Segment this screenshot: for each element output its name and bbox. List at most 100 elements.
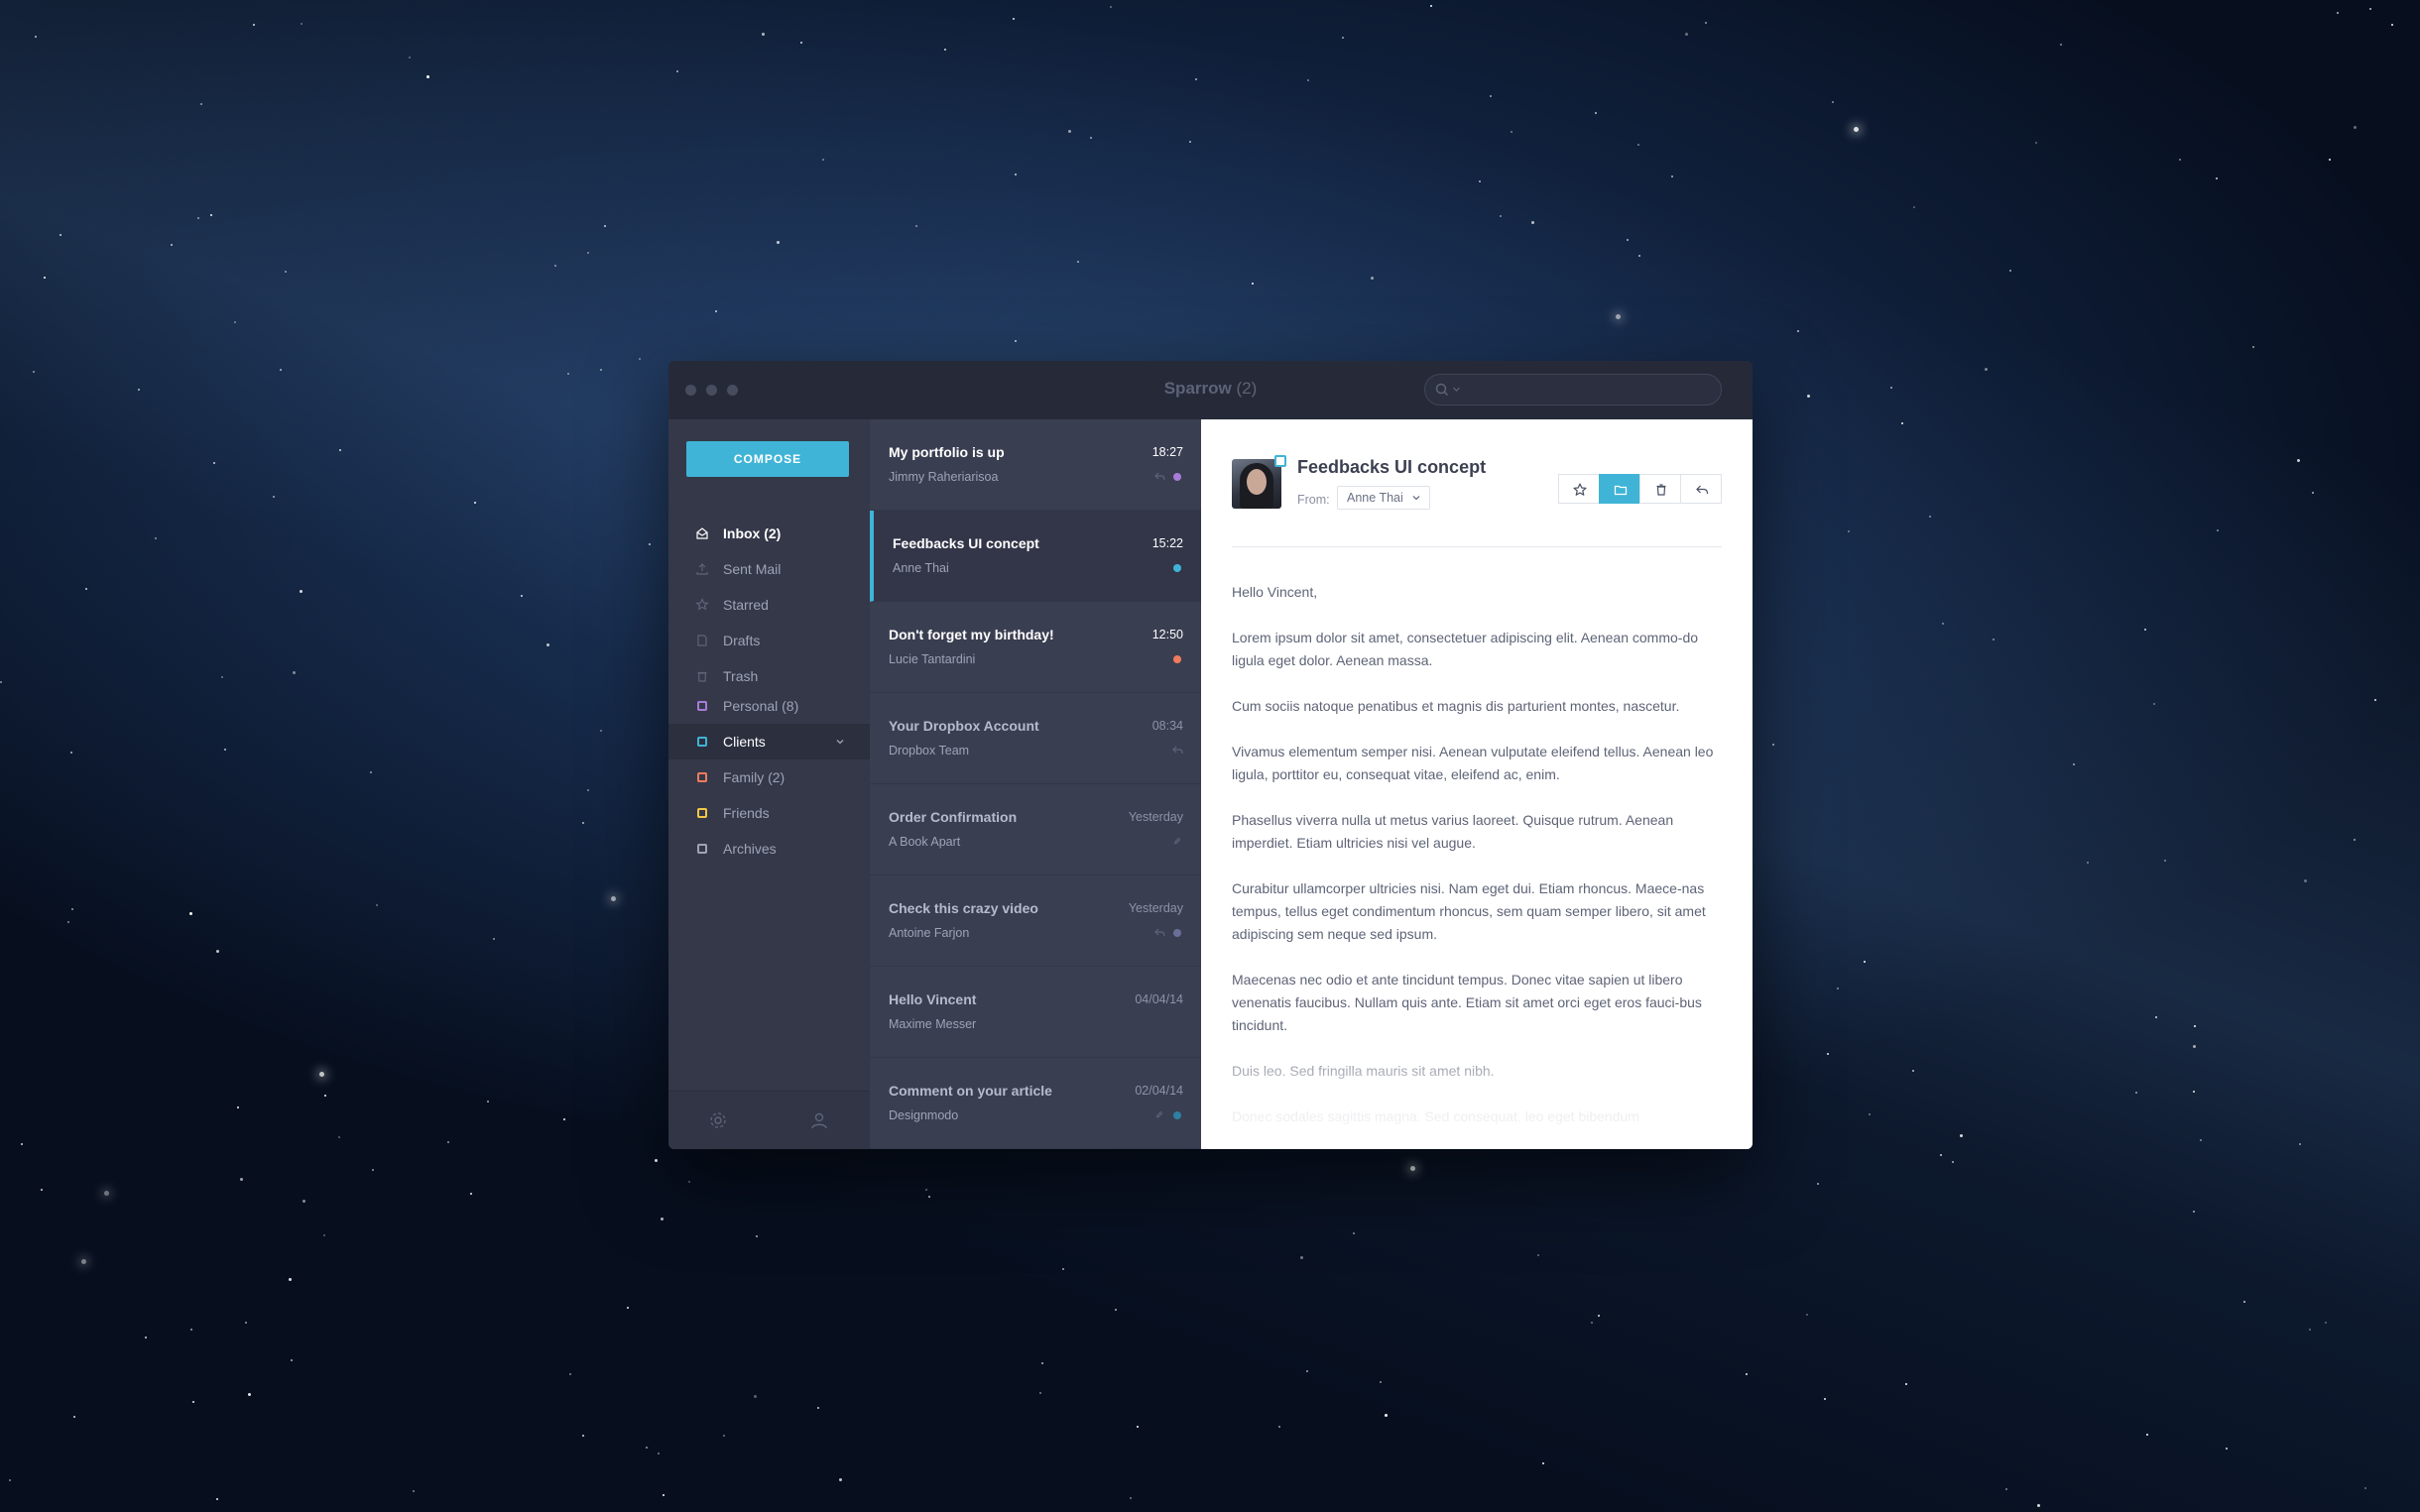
star — [1061, 1267, 1064, 1270]
star — [487, 1101, 490, 1104]
from-label: From: — [1297, 493, 1330, 507]
sidebar-item-starred[interactable]: Starred — [668, 587, 870, 623]
star — [662, 1494, 665, 1497]
message-row[interactable]: Feedbacks UI concept Anne Thai 15:22 — [870, 511, 1201, 602]
sidebar-item-sent-mail[interactable]: Sent Mail — [668, 551, 870, 587]
chevron-down-icon[interactable] — [834, 736, 846, 748]
star — [1089, 136, 1092, 139]
star — [756, 1234, 759, 1237]
star — [1598, 1315, 1601, 1318]
sidebar-folder-label: Friends — [723, 805, 770, 821]
move-to-folder-button[interactable] — [1599, 474, 1640, 504]
star — [2087, 861, 2090, 864]
star — [2072, 763, 2075, 766]
sidebar-folder-family[interactable]: Family (2) — [668, 759, 870, 795]
star — [1114, 1309, 1117, 1312]
body-paragraph: Hello Vincent, — [1232, 584, 1318, 600]
star — [59, 233, 61, 236]
star — [2216, 528, 2219, 531]
message-time: 12:50 — [1151, 628, 1183, 641]
star — [1591, 1321, 1594, 1324]
body-paragraph: Vivamus elementum semper nisi. Aenean vu… — [1232, 744, 1714, 782]
reading-pane: Feedbacks UI concept From: Anne Thai Hel… — [1201, 419, 1753, 1149]
star — [301, 23, 303, 26]
star — [1040, 1362, 1043, 1365]
body-paragraph: Phasellus viverra nulla ut metus varius … — [1232, 812, 1674, 851]
sidebar-folder-clients[interactable]: Clients — [668, 724, 870, 759]
star — [1130, 1497, 1133, 1500]
sidebar-item-drafts[interactable]: Drafts — [668, 623, 870, 658]
message-row[interactable]: Comment on your article Designmodo 02/04/1… — [870, 1058, 1201, 1149]
star — [2303, 878, 2307, 882]
message-row[interactable]: Order Confirmation A Book Apart Yesterday — [870, 784, 1201, 875]
star — [216, 950, 220, 954]
star — [2216, 176, 2219, 179]
search-input[interactable] — [1424, 374, 1722, 406]
star — [408, 57, 411, 59]
mail-window: Sparrow (2) COMPOSE Inbox (2) Sent Mail St… — [668, 361, 1753, 1149]
replied-icon — [1172, 746, 1183, 755]
trash-icon — [697, 671, 707, 682]
message-row[interactable]: Don't forget my birthday! Lucie Tantardin… — [870, 602, 1201, 693]
message-time: 08:34 — [1151, 719, 1183, 733]
star — [1384, 1414, 1388, 1418]
star — [582, 821, 585, 824]
message-sender: Designmodo — [889, 1108, 959, 1122]
gear-icon[interactable] — [708, 1110, 728, 1130]
message-subject: Feedbacks UI concept — [893, 535, 1039, 551]
star — [1848, 530, 1851, 533]
sidebar-item-label: Sent Mail — [723, 561, 782, 577]
sidebar-folder-personal[interactable]: Personal (8) — [668, 688, 870, 724]
folder-color-icon — [697, 844, 707, 854]
titlebar: Sparrow (2) — [668, 361, 1753, 419]
star — [567, 372, 570, 375]
star — [239, 1178, 243, 1181]
message-row[interactable]: My portfolio is up Jimmy Raheriarisoa 18:2… — [870, 419, 1201, 511]
star — [2354, 839, 2357, 842]
star — [762, 32, 766, 36]
star — [2251, 345, 2254, 348]
star — [587, 788, 590, 791]
star — [1299, 1255, 1303, 1259]
star — [1137, 1426, 1140, 1429]
star — [2163, 859, 2166, 862]
message-row[interactable]: Your Dropbox Account Dropbox Team 08:34 — [870, 693, 1201, 784]
star — [72, 1416, 75, 1419]
star — [1832, 100, 1835, 103]
star — [2008, 270, 2011, 273]
message-row[interactable]: Hello Vincent Maxime Messer 04/04/14 — [870, 967, 1201, 1058]
star — [839, 1477, 843, 1481]
search-options-chevron-icon[interactable] — [1453, 387, 1460, 393]
reply-button[interactable] — [1680, 474, 1722, 504]
sidebar-item-label: Drafts — [723, 633, 761, 648]
star — [604, 224, 607, 227]
star — [688, 1181, 691, 1184]
account-icon[interactable] — [809, 1110, 829, 1130]
compose-button[interactable]: COMPOSE — [686, 441, 849, 477]
inbox-icon — [696, 527, 708, 539]
message-sender: Lucie Tantardini — [889, 652, 976, 666]
sidebar-folder-archives[interactable]: Archives — [668, 831, 870, 867]
message-row[interactable]: Check this crazy video Antoine Farjon Yest… — [870, 875, 1201, 967]
star — [1430, 5, 1432, 8]
star — [1306, 1369, 1309, 1372]
star — [1478, 179, 1481, 182]
star — [1352, 1231, 1355, 1234]
attachment-icon — [1155, 1110, 1163, 1118]
delete-button[interactable] — [1639, 474, 1681, 504]
star — [70, 907, 73, 910]
star — [371, 1168, 374, 1171]
message-sender: Anne Thai — [893, 561, 949, 575]
star — [1868, 1113, 1871, 1116]
star — [563, 1118, 566, 1121]
sidebar-folder-friends[interactable]: Friends — [668, 795, 870, 831]
sidebar-item-label: Inbox (2) — [723, 525, 782, 541]
attachment-icon — [1173, 837, 1181, 845]
star-button[interactable] — [1558, 474, 1600, 504]
from-select[interactable]: Anne Thai — [1337, 486, 1430, 510]
star — [599, 368, 602, 371]
star — [2368, 7, 2371, 10]
sidebar-footer — [668, 1091, 870, 1149]
message-time: 04/04/14 — [1135, 992, 1183, 1006]
sidebar-item-inbox[interactable]: Inbox (2) — [668, 516, 870, 551]
